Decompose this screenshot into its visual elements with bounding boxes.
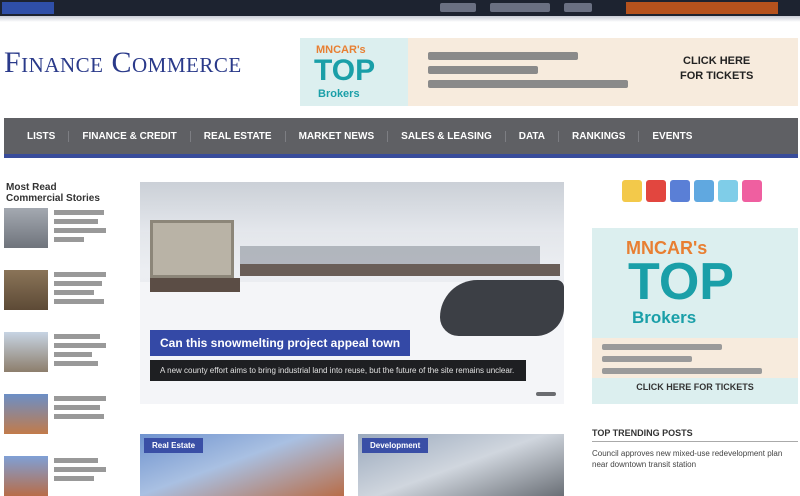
hero-image-fence — [240, 264, 560, 276]
hero-image-trailer-base — [150, 278, 240, 292]
story-thumbnail[interactable] — [4, 208, 48, 248]
sidebar-ad[interactable]: MNCAR's TOP Brokers CLICK HERE FOR TICKE… — [592, 228, 798, 404]
story-card-tag[interactable]: Development — [362, 438, 429, 453]
story-headline[interactable] — [54, 208, 112, 246]
hero-feature[interactable]: Can this snowmelting project appeal town… — [140, 182, 564, 404]
sidebar-ad-details — [592, 338, 798, 378]
social-icons — [622, 180, 762, 202]
sidebar-story[interactable] — [4, 454, 114, 496]
trending-heading: Top Trending Posts — [592, 428, 693, 438]
social-icon[interactable] — [694, 180, 714, 202]
hero-image-pipe — [440, 280, 564, 336]
ad-event-info — [428, 52, 648, 94]
story-thumbnail[interactable] — [4, 456, 48, 496]
top-utility-bar — [0, 0, 800, 16]
story-headline[interactable] — [54, 456, 112, 485]
nav-item-rankings[interactable]: Rankings — [559, 130, 640, 142]
main-navigation: Lists Finance & Credit Real Estate Marke… — [4, 118, 798, 158]
topbar-divider — [0, 16, 800, 22]
ad-cta-line1: CLICK HERE — [683, 55, 751, 67]
utility-link[interactable] — [490, 3, 550, 12]
trending-item[interactable]: Council approves new mixed-use redevelop… — [592, 448, 792, 470]
sidebar-ad-line2: TOP — [628, 253, 734, 311]
story-card[interactable]: Real Estate — [140, 434, 344, 496]
sidebar-story[interactable] — [4, 330, 114, 388]
nav-item-real-estate[interactable]: Real Estate — [191, 130, 286, 142]
utility-link[interactable] — [440, 3, 476, 12]
social-icon[interactable] — [646, 180, 666, 202]
social-icon[interactable] — [718, 180, 738, 202]
sidebar-story-list — [4, 206, 114, 496]
nav-item-finance[interactable]: Finance & Credit — [69, 130, 191, 142]
story-headline[interactable] — [54, 394, 112, 423]
ad-badge: MNCAR's TOP Brokers — [300, 38, 408, 106]
story-thumbnail[interactable] — [4, 270, 48, 310]
story-headline[interactable] — [54, 332, 112, 370]
sidebar-ad-cta[interactable]: CLICK HERE FOR TICKETS — [592, 382, 798, 392]
header-banner-ad[interactable]: MNCAR's TOP Brokers CLICK HERE FOR TICKE… — [300, 38, 798, 106]
utility-links — [440, 3, 592, 12]
slider-dots[interactable] — [536, 392, 556, 396]
site-logo[interactable]: Finance Commerce — [4, 46, 242, 80]
social-icon[interactable] — [622, 180, 642, 202]
story-card-tag[interactable]: Real Estate — [144, 438, 204, 453]
story-headline[interactable] — [54, 270, 112, 308]
ad-badge-line2: TOP — [314, 54, 376, 87]
ad-cta-line2: FOR TICKETS — [680, 70, 754, 82]
sidebar-story[interactable] — [4, 392, 114, 450]
hero-image-trailer — [150, 220, 234, 278]
story-card[interactable]: Development — [358, 434, 564, 496]
trending-divider — [592, 441, 798, 442]
ad-badge-line3: Brokers — [318, 88, 360, 100]
nav-item-events[interactable]: Events — [639, 131, 705, 142]
subscribe-button[interactable] — [626, 2, 778, 14]
home-link[interactable] — [2, 2, 54, 14]
sidebar-story[interactable] — [4, 268, 114, 326]
nav-item-lists[interactable]: Lists — [14, 130, 70, 142]
social-icon[interactable] — [742, 180, 762, 202]
ad-cta[interactable]: CLICK HERE FOR TICKETS — [680, 54, 753, 84]
hero-headline[interactable]: Can this snowmelting project appeal town — [150, 330, 411, 356]
utility-link[interactable] — [564, 3, 592, 12]
story-thumbnail[interactable] — [4, 394, 48, 434]
sidebar-story[interactable] — [4, 206, 114, 264]
nav-item-sales-leasing[interactable]: Sales & Leasing — [388, 130, 506, 142]
hero-summary: A new county effort aims to bring indust… — [150, 360, 526, 381]
sidebar-heading: Most Read Commercial Stories — [6, 182, 100, 204]
story-thumbnail[interactable] — [4, 332, 48, 372]
sidebar-ad-line3: Brokers — [632, 308, 697, 327]
social-icon[interactable] — [670, 180, 690, 202]
nav-item-market-news[interactable]: Market News — [286, 130, 389, 142]
nav-item-data[interactable]: Data — [506, 130, 560, 142]
